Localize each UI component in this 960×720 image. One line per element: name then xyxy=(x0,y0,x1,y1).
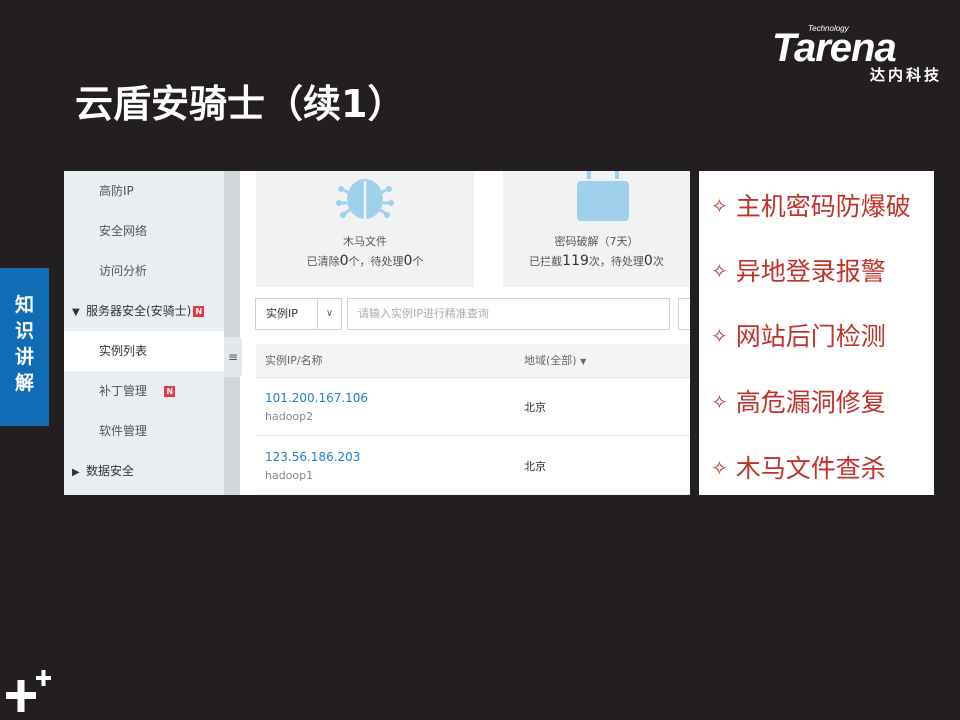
column-header-ip[interactable]: 实例IP/名称 xyxy=(265,344,323,378)
caret-right-icon: ▶ xyxy=(72,467,80,478)
sidebar-item-instance-list[interactable]: 实例列表 xyxy=(64,331,224,371)
chevron-down-icon: ∨ xyxy=(317,299,341,329)
section-tab: 知 识 讲 解 xyxy=(0,268,49,426)
sidebar-item-label: 实例列表 xyxy=(99,344,148,358)
search-type-select[interactable]: 实例IP ∨ xyxy=(255,298,342,330)
lock-icon xyxy=(577,171,629,221)
sparkle-icon: ✧ xyxy=(711,390,728,414)
sidebar-item-patch-management[interactable]: 补丁管理 N xyxy=(64,371,224,411)
feature-item: ✧ 异地登录报警 xyxy=(711,257,886,286)
card-title: 密码破解（7天） xyxy=(554,235,639,248)
trojan-file-card[interactable]: 木马文件 已清除0个，待处理0个 xyxy=(256,171,474,287)
card-title: 木马文件 xyxy=(343,235,387,248)
tarena-logo: Technology Tarena 达内科技 xyxy=(772,24,942,84)
sparkle-icon: ✧ xyxy=(711,259,728,283)
feature-item: ✧ 高危漏洞修复 xyxy=(711,388,886,417)
password-crack-card[interactable]: 密码破解（7天） 已拦截119次，待处理0次 xyxy=(503,171,690,287)
sparkle-icon: ✧ xyxy=(711,194,728,218)
sparkle-icon: ✧ xyxy=(711,456,728,480)
sidebar-item-label: 访问分析 xyxy=(99,264,148,278)
caret-down-icon: ▼ xyxy=(580,357,587,366)
section-tab-char: 讲 xyxy=(14,346,34,368)
caret-down-icon: ▼ xyxy=(72,307,80,318)
new-badge: N xyxy=(193,306,205,317)
slide-title: 云盾安骑士（续1） xyxy=(75,82,406,126)
instance-region: 北京 xyxy=(524,401,546,414)
feature-item: ✧ 网站后门检测 xyxy=(711,322,886,351)
instance-ip-link[interactable]: 101.200.167.106 xyxy=(265,391,368,405)
table-row[interactable]: 101.200.167.106 hadoop2 北京 xyxy=(256,378,690,436)
features-panel: ✧ 主机密码防爆破 ✧ 异地登录报警 ✧ 网站后门检测 ✧ 高危漏洞修复 ✧ 木马文件查杀 xyxy=(699,171,934,495)
section-tab-char: 识 xyxy=(14,320,34,342)
logo-name: Tarena xyxy=(772,26,897,70)
select-value: 实例IP xyxy=(266,307,298,320)
sparkle-icon: ✧ xyxy=(711,324,728,348)
section-tab-char: 解 xyxy=(14,372,34,394)
card-stat: 已清除0个，待处理0个 xyxy=(306,253,424,269)
instance-name: hadoop1 xyxy=(265,469,314,482)
instance-name: hadoop2 xyxy=(265,410,314,423)
sidebar-scrollbar[interactable] xyxy=(224,171,240,495)
console-screenshot: 高防IP 安全网络 访问分析 ▼ 服务器安全(安骑士) N 实例列表 补丁管理 N … xyxy=(64,171,690,495)
collapse-menu-icon[interactable]: ≡ xyxy=(224,337,242,377)
section-tab-char: 知 xyxy=(14,294,34,316)
feature-item: ✧ 木马文件查杀 xyxy=(711,454,886,483)
sidebar-item-label: 安全网络 xyxy=(99,224,148,238)
sidebar-group-data-security[interactable]: ▶ 数据安全 xyxy=(64,451,224,491)
sidebar-item-software-management[interactable]: 软件管理 xyxy=(64,411,224,451)
sidebar-item-security-network[interactable]: 安全网络 xyxy=(64,211,224,251)
instance-region: 北京 xyxy=(524,460,546,473)
feature-item: ✧ 主机密码防爆破 xyxy=(711,192,911,221)
sidebar-group-server-security[interactable]: ▼ 服务器安全(安骑士) N xyxy=(64,291,224,331)
sidebar-item-label: 数据安全 xyxy=(86,464,135,478)
sidebar-item-label: 服务器安全(安骑士) xyxy=(86,304,192,318)
sidebar-nav: 高防IP 安全网络 访问分析 ▼ 服务器安全(安骑士) N 实例列表 补丁管理 N … xyxy=(64,171,224,495)
table-row[interactable]: 123.56.186.203 hadoop1 北京 xyxy=(256,437,690,495)
table-header: 实例IP/名称 地域(全部) ▼ xyxy=(256,344,690,378)
bug-icon xyxy=(336,179,394,219)
new-badge: N xyxy=(164,386,176,397)
card-stat: 已拦截119次，待处理0次 xyxy=(529,253,664,269)
column-header-region[interactable]: 地域(全部) ▼ xyxy=(524,344,586,379)
search-button[interactable] xyxy=(678,298,690,330)
instance-ip-link[interactable]: 123.56.186.203 xyxy=(265,450,360,464)
sidebar-item-anti-ddos-ip[interactable]: 高防IP xyxy=(64,171,224,211)
sidebar-item-label: 补丁管理 xyxy=(99,384,148,398)
sidebar-item-access-analysis[interactable]: 访问分析 xyxy=(64,251,224,291)
plus-icon xyxy=(6,670,51,712)
search-input[interactable]: 请输入实例IP进行精准查询 xyxy=(347,298,670,330)
logo-chinese: 达内科技 xyxy=(869,66,942,84)
sidebar-item-label: 高防IP xyxy=(99,184,134,198)
sidebar-item-label: 软件管理 xyxy=(99,424,148,438)
